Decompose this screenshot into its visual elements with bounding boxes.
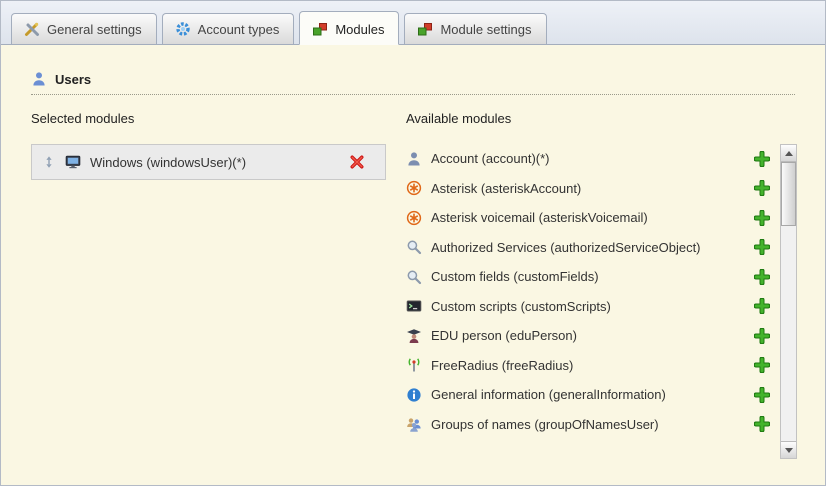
plus-icon	[754, 328, 770, 344]
plus-icon	[754, 269, 770, 285]
edu-person-icon	[406, 328, 422, 344]
plus-icon	[754, 210, 770, 226]
module-columns: Selected modules Windows (windowsUser)(*…	[1, 95, 825, 459]
tab-label: Module settings	[440, 22, 531, 37]
module-label: General information (generalInformation)	[431, 387, 745, 402]
script-icon	[406, 298, 422, 314]
info-icon	[406, 387, 422, 403]
tab-label: Account types	[198, 22, 280, 37]
add-module-button[interactable]	[754, 151, 770, 167]
available-modules-wrap: Account (account)(*) Asterisk (asteriskA…	[406, 144, 797, 459]
remove-module-button[interactable]	[349, 154, 365, 170]
add-module-button[interactable]	[754, 298, 770, 314]
module-configuration-page: General settings Account types Modules M…	[0, 0, 826, 486]
plus-icon	[754, 357, 770, 373]
module-label: EDU person (eduPerson)	[431, 328, 745, 343]
tab-account-types[interactable]: Account types	[162, 13, 295, 44]
arrow-up-icon	[785, 151, 793, 156]
delete-icon	[349, 154, 365, 170]
available-module-row: General information (generalInformation)	[406, 380, 780, 410]
plus-icon	[754, 387, 770, 403]
module-label: Custom scripts (customScripts)	[431, 299, 745, 314]
tabs: General settings Account types Modules M…	[11, 11, 547, 44]
add-module-button[interactable]	[754, 210, 770, 226]
module-label: Account (account)(*)	[431, 151, 745, 166]
gear-icon	[175, 21, 191, 37]
asterisk-icon	[406, 180, 422, 196]
add-module-button[interactable]	[754, 239, 770, 255]
add-module-button[interactable]	[754, 387, 770, 403]
scrollbar[interactable]	[780, 144, 797, 459]
plus-icon	[754, 151, 770, 167]
selected-module-label: Windows (windowsUser)(*)	[90, 155, 340, 170]
module-label: Asterisk voicemail (asteriskVoicemail)	[431, 210, 745, 225]
available-module-row: Authorized Services (authorizedServiceOb…	[406, 233, 780, 263]
tab-strip: General settings Account types Modules M…	[1, 1, 825, 44]
selected-modules-heading: Selected modules	[31, 111, 406, 126]
available-module-row: Groups of names (groupOfNamesUser)	[406, 410, 780, 440]
modules-icon	[312, 21, 328, 37]
add-module-button[interactable]	[754, 416, 770, 432]
module-settings-icon	[417, 21, 433, 37]
available-modules-column: Available modules Account (account)(*) A…	[406, 111, 797, 459]
group-icon	[406, 416, 422, 432]
monitor-icon	[65, 154, 81, 170]
antenna-icon	[406, 357, 422, 373]
search-icon	[406, 269, 422, 285]
module-label: FreeRadius (freeRadius)	[431, 358, 745, 373]
tools-icon	[24, 21, 40, 37]
users-section-header: Users	[31, 71, 795, 95]
available-module-row: Account (account)(*)	[406, 144, 780, 174]
search-icon	[406, 239, 422, 255]
scroll-thumb[interactable]	[781, 162, 796, 226]
available-module-row: EDU person (eduPerson)	[406, 321, 780, 351]
arrow-down-icon	[785, 448, 793, 453]
module-label: Groups of names (groupOfNamesUser)	[431, 417, 745, 432]
tab-general-settings[interactable]: General settings	[11, 13, 157, 44]
plus-icon	[754, 416, 770, 432]
tab-label: General settings	[47, 22, 142, 37]
available-module-row: Asterisk (asteriskAccount)	[406, 174, 780, 204]
scroll-down-button[interactable]	[781, 441, 796, 458]
plus-icon	[754, 180, 770, 196]
tab-modules[interactable]: Modules	[299, 11, 399, 45]
available-module-row: FreeRadius (freeRadius)	[406, 351, 780, 381]
available-module-row: Custom scripts (customScripts)	[406, 292, 780, 322]
user-icon	[31, 71, 47, 87]
drag-handle-icon[interactable]	[42, 155, 56, 169]
selected-module-row[interactable]: Windows (windowsUser)(*)	[31, 144, 386, 180]
account-icon	[406, 151, 422, 167]
tab-label: Modules	[335, 22, 384, 37]
selected-modules-column: Selected modules Windows (windowsUser)(*…	[31, 111, 406, 459]
plus-icon	[754, 239, 770, 255]
available-modules-heading: Available modules	[406, 111, 797, 126]
available-module-row: Custom fields (customFields)	[406, 262, 780, 292]
section-title: Users	[55, 72, 91, 87]
scroll-up-button[interactable]	[781, 145, 796, 162]
available-modules-list: Account (account)(*) Asterisk (asteriskA…	[406, 144, 780, 439]
plus-icon	[754, 298, 770, 314]
add-module-button[interactable]	[754, 269, 770, 285]
tab-module-settings[interactable]: Module settings	[404, 13, 546, 44]
asterisk-voicemail-icon	[406, 210, 422, 226]
add-module-button[interactable]	[754, 357, 770, 373]
module-label: Authorized Services (authorizedServiceOb…	[431, 240, 745, 255]
add-module-button[interactable]	[754, 180, 770, 196]
modules-panel: Users Selected modules Windows (windowsU…	[1, 44, 825, 485]
add-module-button[interactable]	[754, 328, 770, 344]
module-label: Asterisk (asteriskAccount)	[431, 181, 745, 196]
available-module-row: Asterisk voicemail (asteriskVoicemail)	[406, 203, 780, 233]
module-label: Custom fields (customFields)	[431, 269, 745, 284]
